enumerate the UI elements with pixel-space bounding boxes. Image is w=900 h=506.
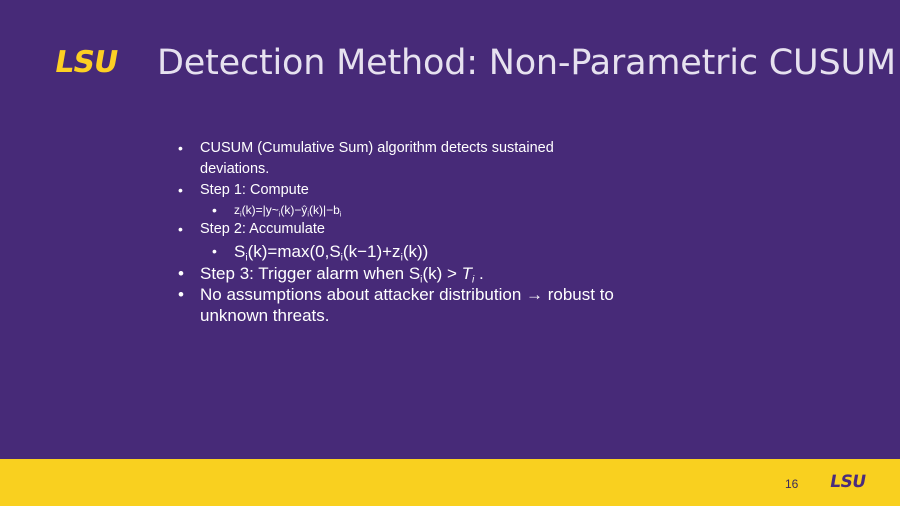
slide: LSU Detection Method: Non-Parametric CUS… [0, 0, 900, 506]
bullet-item-cusum: • CUSUM (Cumulative Sum) algorithm detec… [178, 138, 638, 180]
bullet-icon: • [212, 243, 217, 259]
bullet-text: Step 3: Trigger alarm when Si(k) > Ti . [200, 264, 484, 286]
bullet-icon: • [178, 285, 184, 304]
bullet-text-line2: unknown threats. [200, 306, 330, 325]
bullet-text-line1: CUSUM (Cumulative Sum) algorithm detects… [200, 140, 554, 156]
sub-bullet-formula-z: • zi(k)=|y~i(k)−ŷi(k)|−bi [178, 201, 638, 219]
bullet-item-step1: • Step 1: Compute [178, 180, 638, 201]
formula-z: zi(k)=|y~i(k)−ŷi(k)|−bi [234, 203, 342, 219]
bullet-item-assumptions: • No assumptions about attacker distribu… [178, 284, 638, 326]
bullet-text-line1: No assumptions about attacker distributi… [200, 285, 614, 304]
bullet-icon: • [178, 140, 183, 156]
bullet-text-line2: deviations. [200, 161, 270, 177]
bullet-text: Step 2: Accumulate [200, 221, 325, 237]
bullet-icon: • [212, 202, 217, 218]
lsu-logo: LSU [52, 45, 121, 80]
sub-bullet-formula-s: • Si(k)=max(0,Si(k−1)+zi(k)) [178, 240, 638, 263]
bullet-icon: • [178, 182, 183, 198]
slide-title: Detection Method: Non-Parametric CUSUM [157, 43, 896, 83]
lsu-logo-footer: LSU [828, 472, 868, 492]
bullet-list: • CUSUM (Cumulative Sum) algorithm detec… [178, 138, 638, 326]
bullet-icon: • [178, 221, 183, 237]
bullet-text: Step 1: Compute [200, 182, 309, 198]
formula-s: Si(k)=max(0,Si(k−1)+zi(k)) [234, 242, 429, 264]
footer-bar [0, 459, 900, 506]
page-number: 16 [785, 477, 799, 491]
bullet-icon: • [178, 264, 184, 283]
bullet-item-step2: • Step 2: Accumulate [178, 219, 638, 240]
bullet-item-step3: • Step 3: Trigger alarm when Si(k) > Ti … [178, 263, 638, 286]
